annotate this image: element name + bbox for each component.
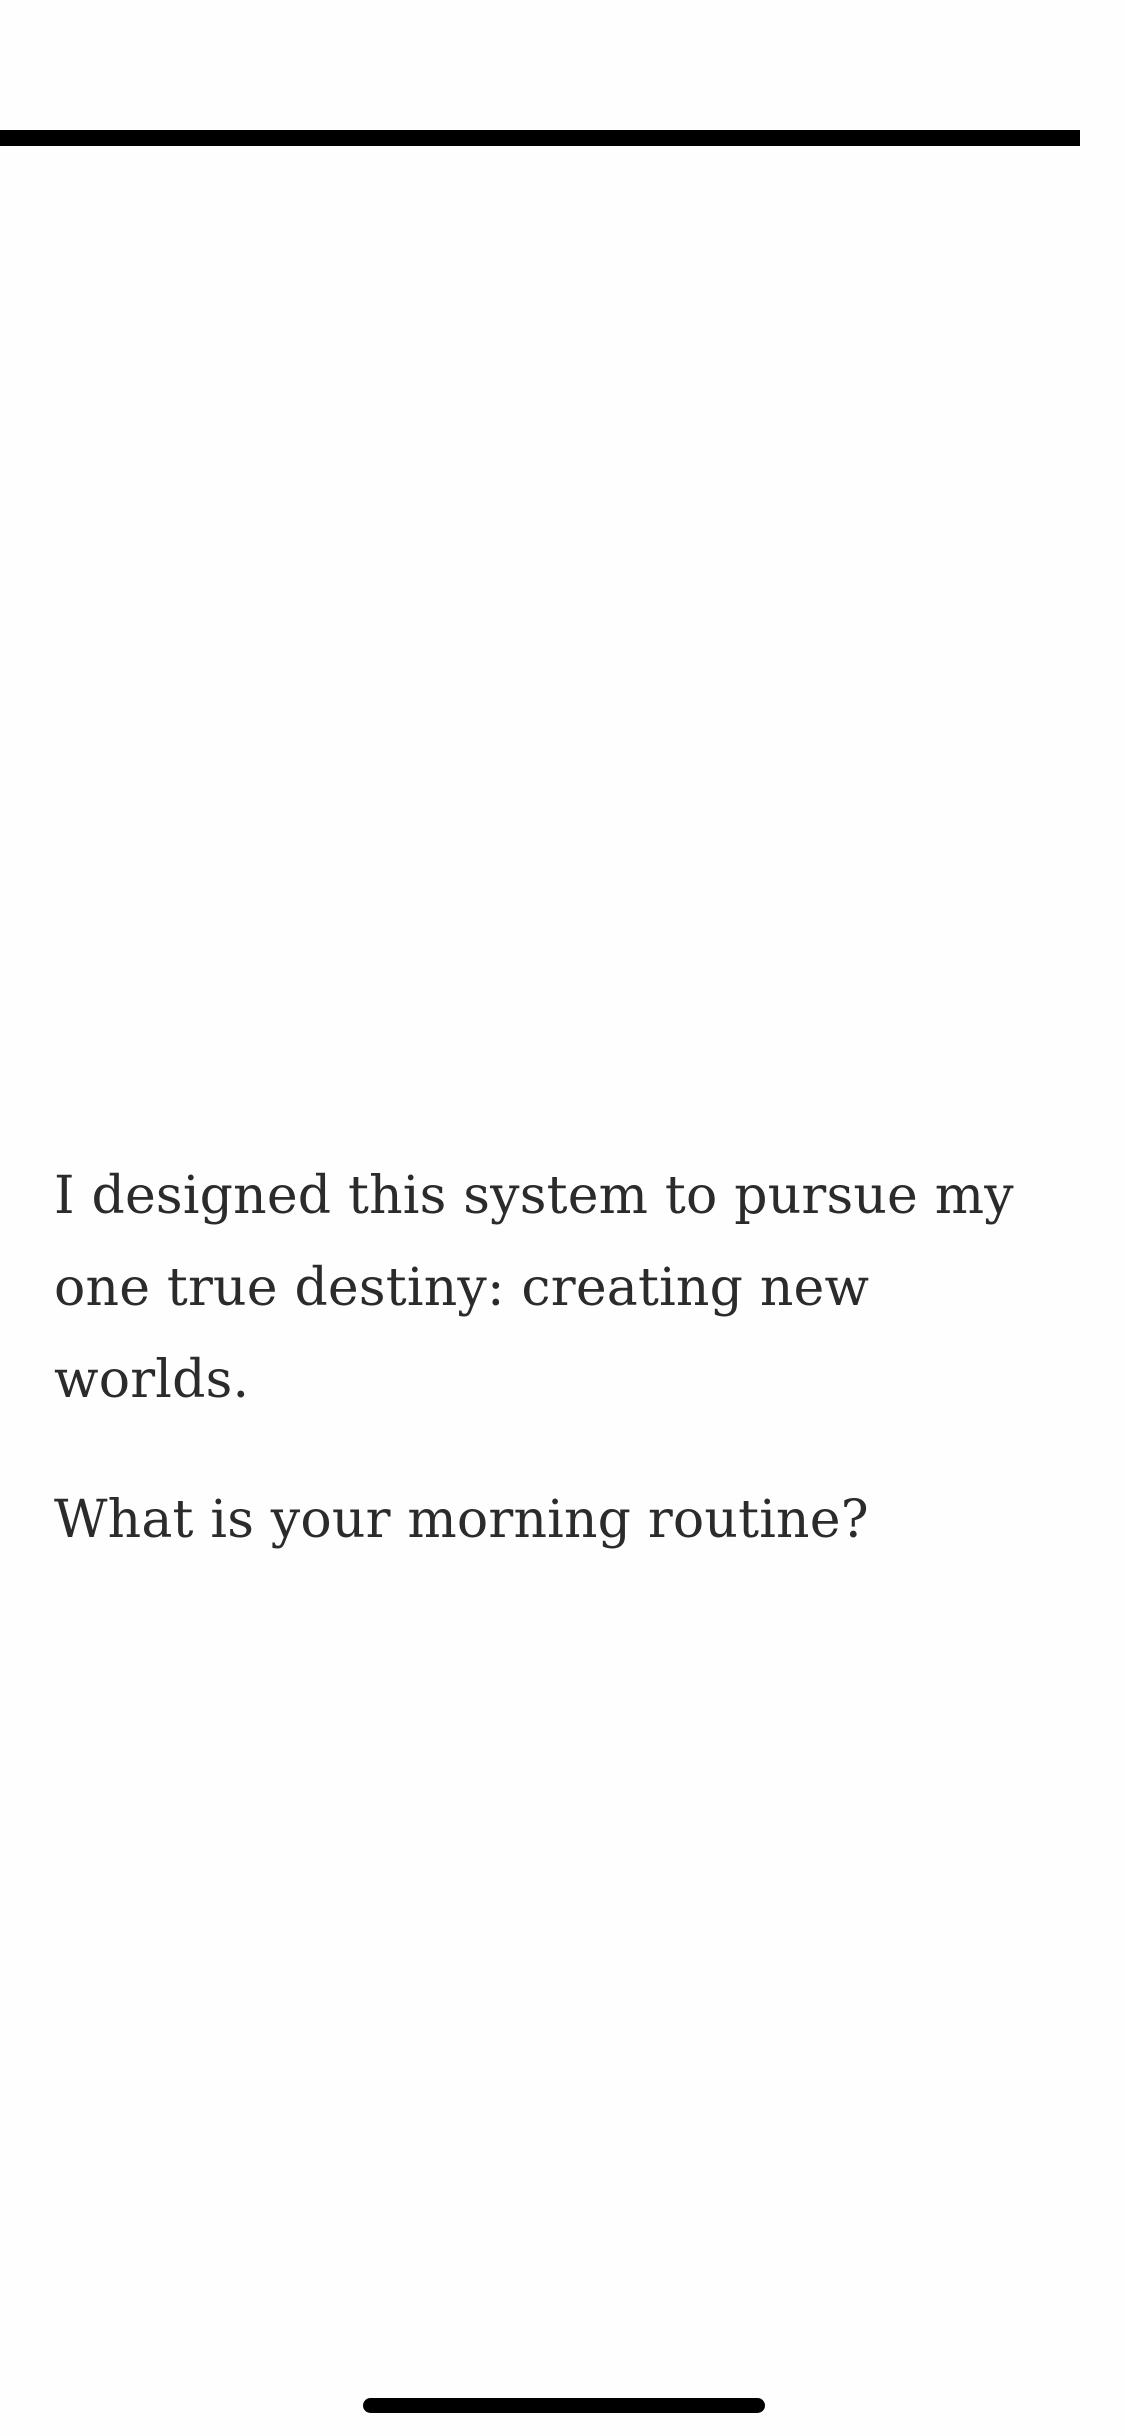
article-paragraph: What is your morning routine?	[54, 1490, 869, 1550]
article-paragraph: I designed this system to pursue my one …	[54, 1166, 1014, 1410]
article-body: I designed this system to pursue my one …	[54, 1150, 1074, 1614]
reading-progress-bar	[0, 130, 1125, 146]
home-indicator[interactable]	[363, 2398, 765, 2413]
reading-progress-fill	[0, 130, 1080, 146]
